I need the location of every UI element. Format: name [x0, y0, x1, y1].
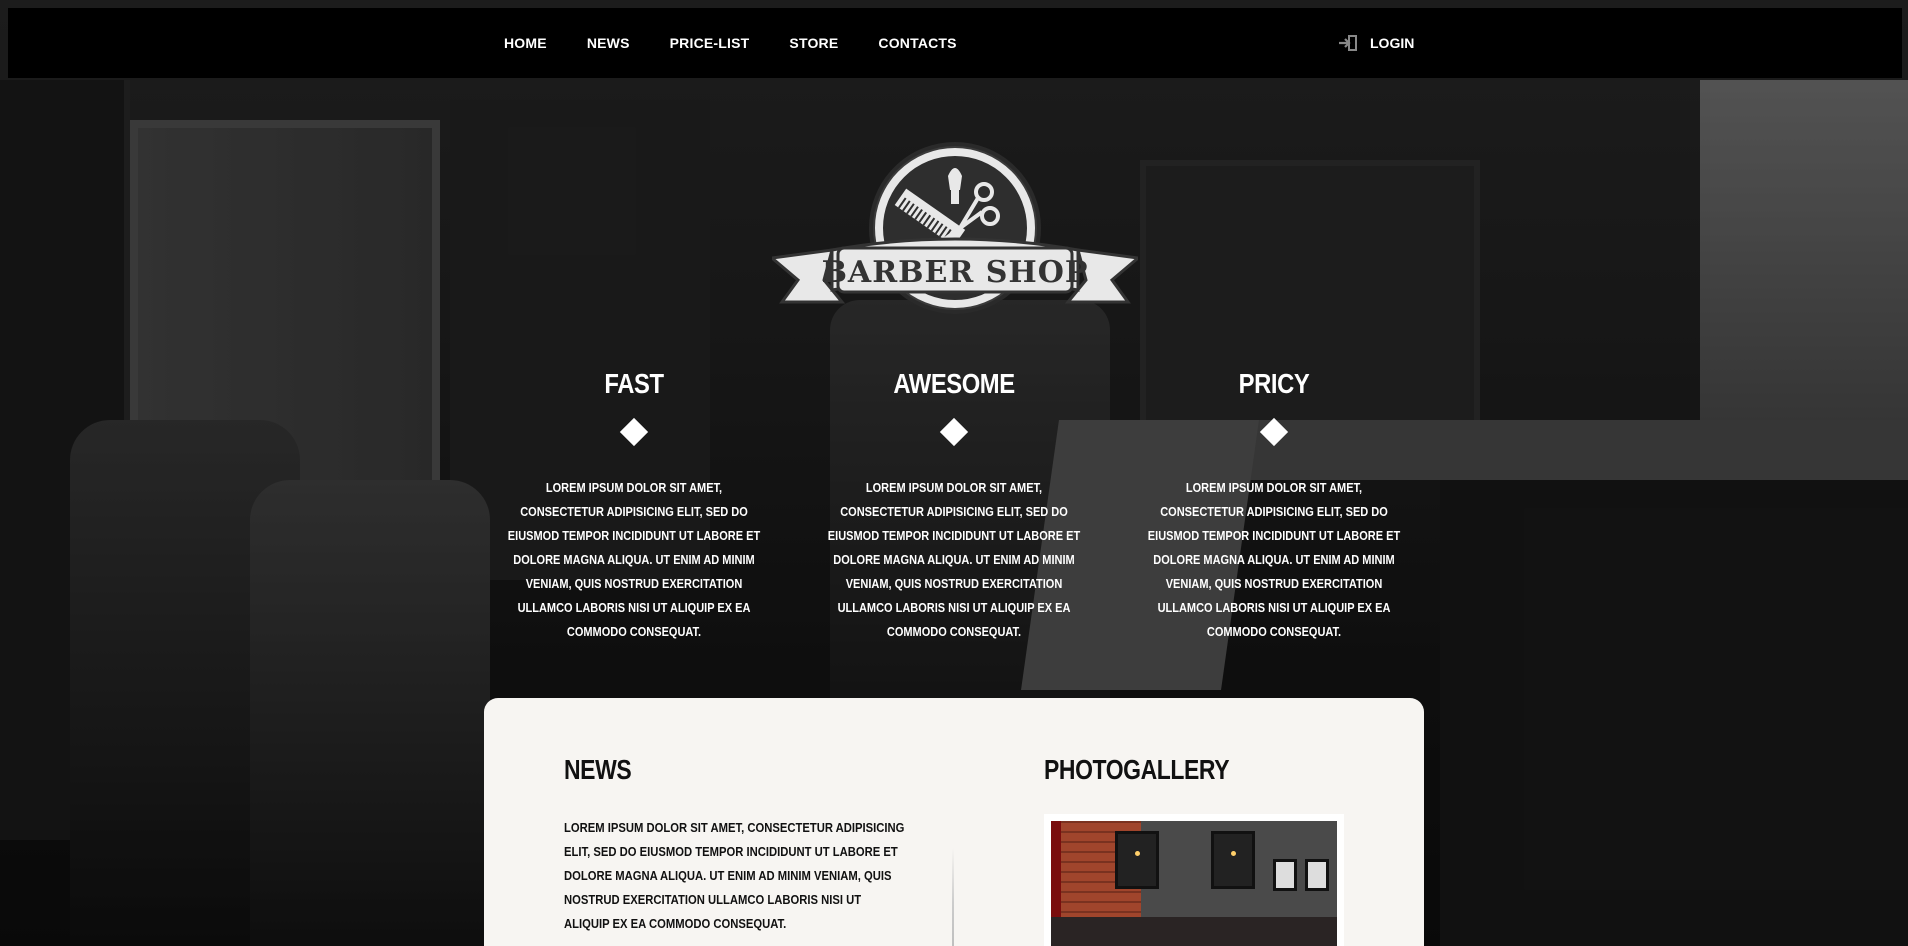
feature-text: LOREM IPSUM DOLOR SIT AMET, CONSECTETUR … [507, 481, 761, 639]
logo-text: BARBER SHOP [822, 255, 1089, 290]
barbershop-photo [1051, 821, 1337, 946]
feature-pricy: PRICY LOREM IPSUM DOLOR SIT AMET, CONSEC… [1129, 368, 1419, 644]
nav-link-contacts[interactable]: CONTACTS [878, 35, 956, 51]
login-button[interactable]: LOGIN [1338, 8, 1414, 78]
nav-link-price-list[interactable]: PRICE-LIST [670, 35, 750, 51]
photogallery-section: PHOTOGALLERY [1044, 754, 1344, 786]
diamond-icon [1259, 417, 1289, 447]
news-section: NEWS LOREM IPSUM DOLOR SIT AMET, CONSECT… [564, 754, 909, 936]
content-card: NEWS LOREM IPSUM DOLOR SIT AMET, CONSECT… [484, 698, 1424, 946]
sign-in-icon [1339, 35, 1357, 51]
gallery-photo[interactable] [1044, 814, 1344, 946]
nav-link-store[interactable]: STORE [789, 35, 838, 51]
feature-title: PRICY [1238, 368, 1310, 399]
feature-title: AWESOME [893, 368, 1015, 399]
nav-link-news[interactable]: NEWS [587, 35, 630, 51]
nav-links: HOME NEWS PRICE-LIST STORE CONTACTS [504, 8, 997, 78]
feature-title: FAST [604, 368, 664, 399]
feature-text: LOREM IPSUM DOLOR SIT AMET, CONSECTETUR … [827, 481, 1081, 639]
feature-awesome: AWESOME LOREM IPSUM DOLOR SIT AMET, CONS… [809, 368, 1099, 644]
top-nav: HOME NEWS PRICE-LIST STORE CONTACTS LOGI… [8, 8, 1902, 78]
feature-text: LOREM IPSUM DOLOR SIT AMET, CONSECTETUR … [1147, 481, 1401, 639]
feature-fast: FAST LOREM IPSUM DOLOR SIT AMET, CONSECT… [489, 368, 779, 644]
diamond-icon [939, 417, 969, 447]
photogallery-title: PHOTOGALLERY [1044, 754, 1230, 785]
barber-shop-logo: BARBER SHOP [772, 142, 1138, 314]
news-text: LOREM IPSUM DOLOR SIT AMET, CONSECTETUR … [564, 821, 905, 931]
login-label: LOGIN [1370, 35, 1415, 51]
diamond-icon [619, 417, 649, 447]
nav-link-home[interactable]: HOME [504, 35, 547, 51]
section-divider [952, 848, 954, 946]
news-title: NEWS [564, 754, 632, 785]
